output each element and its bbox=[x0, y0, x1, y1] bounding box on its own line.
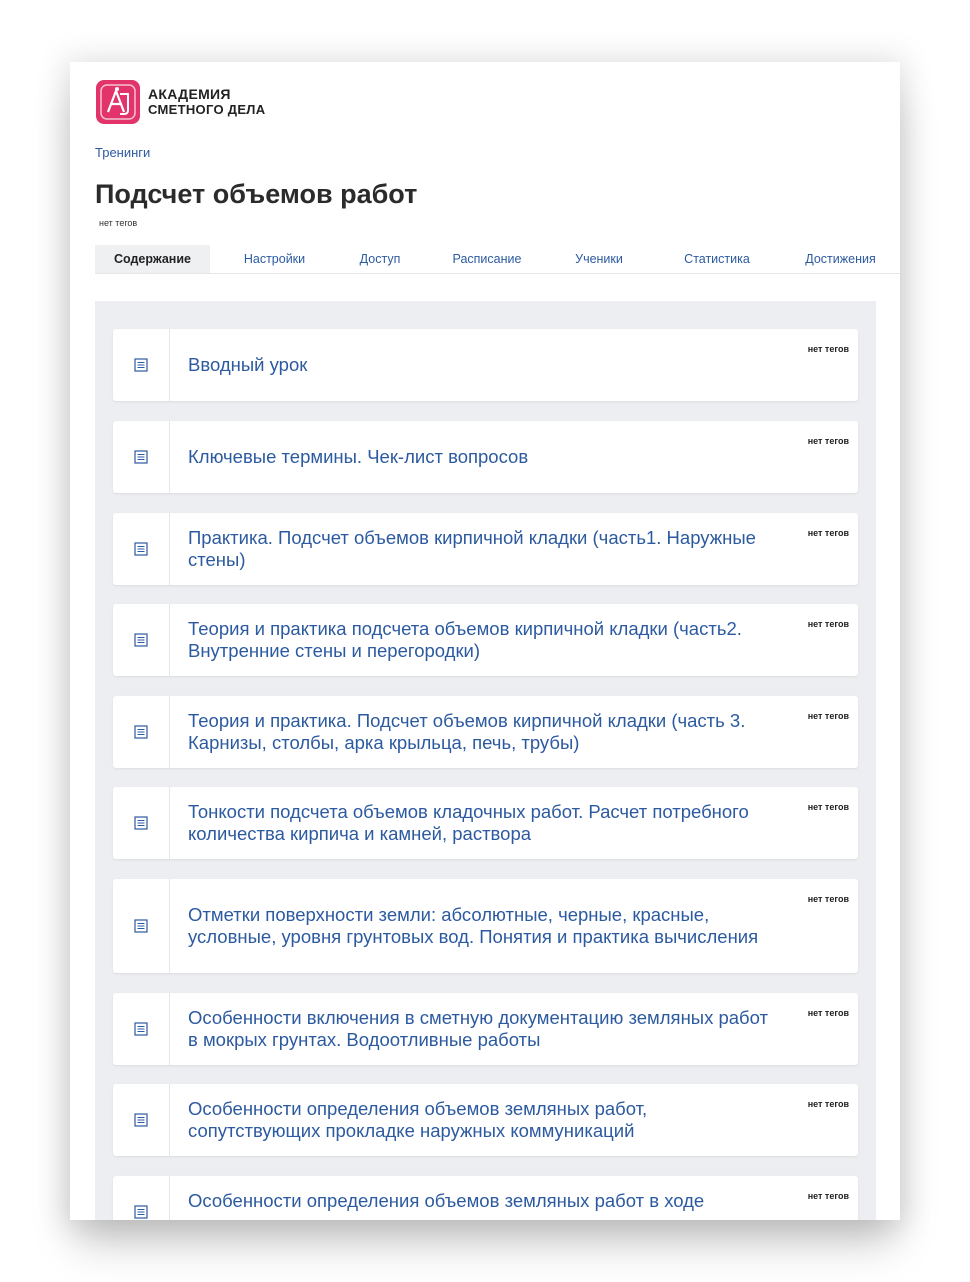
lesson-item[interactable]: Вводный урок нет тегов bbox=[113, 329, 858, 401]
lesson-title[interactable]: Практика. Подсчет объемов кирпичной клад… bbox=[188, 513, 778, 585]
lesson-document-icon bbox=[113, 513, 170, 585]
lesson-document-icon bbox=[113, 879, 170, 973]
lesson-document-icon bbox=[113, 696, 170, 768]
lesson-tags[interactable]: нет тегов bbox=[808, 1099, 849, 1109]
lesson-item[interactable]: Ключевые термины. Чек-лист вопросов нет … bbox=[113, 421, 858, 493]
logo-line-2: СМЕТНОГО ДЕЛА bbox=[148, 102, 266, 117]
lesson-title[interactable]: Особенности включения в сметную документ… bbox=[188, 993, 778, 1065]
lesson-title[interactable]: Ключевые термины. Чек-лист вопросов bbox=[188, 421, 778, 493]
tab-settings[interactable]: Настройки bbox=[217, 245, 332, 273]
logo-text: АКАДЕМИЯ СМЕТНОГО ДЕЛА bbox=[148, 86, 266, 118]
lesson-tags[interactable]: нет тегов bbox=[808, 344, 849, 354]
lesson-title[interactable]: Тонкости подсчета объемов кладочных рабо… bbox=[188, 787, 778, 859]
lesson-item[interactable]: Особенности включения в сметную документ… bbox=[113, 993, 858, 1065]
lesson-tags[interactable]: нет тегов bbox=[808, 711, 849, 721]
lesson-document-icon bbox=[113, 1176, 170, 1220]
lesson-tags[interactable]: нет тегов bbox=[808, 802, 849, 812]
lesson-list: Вводный урок нет тегов Ключевые термины.… bbox=[95, 301, 876, 1220]
lesson-item[interactable]: Особенности определения объемов земляных… bbox=[113, 1176, 858, 1220]
lesson-document-icon bbox=[113, 993, 170, 1065]
lesson-title[interactable]: Особенности определения объемов земляных… bbox=[188, 1084, 778, 1156]
lesson-tags[interactable]: нет тегов bbox=[808, 1191, 849, 1201]
lesson-document-icon bbox=[113, 604, 170, 676]
lesson-item[interactable]: Теория и практика. Подсчет объемов кирпи… bbox=[113, 696, 858, 768]
lesson-item[interactable]: Тонкости подсчета объемов кладочных рабо… bbox=[113, 787, 858, 859]
tab-schedule[interactable]: Расписание bbox=[437, 245, 537, 273]
tab-achievements[interactable]: Достижения bbox=[783, 245, 898, 273]
lesson-title[interactable]: Теория и практика подсчета объемов кирпи… bbox=[188, 604, 778, 676]
lesson-title[interactable]: Отметки поверхности земли: абсолютные, ч… bbox=[188, 879, 778, 973]
lesson-item[interactable]: Теория и практика подсчета объемов кирпи… bbox=[113, 604, 858, 676]
lesson-tags[interactable]: нет тегов bbox=[808, 1008, 849, 1018]
tab-students[interactable]: Ученики bbox=[552, 245, 646, 273]
logo-line-1: АКАДЕМИЯ bbox=[148, 86, 231, 102]
page-tags[interactable]: нет тегов bbox=[99, 218, 137, 228]
lesson-item[interactable]: Особенности определения объемов земляных… bbox=[113, 1084, 858, 1156]
lesson-document-icon bbox=[113, 787, 170, 859]
lesson-tags[interactable]: нет тегов bbox=[808, 619, 849, 629]
lesson-tags[interactable]: нет тегов bbox=[808, 894, 849, 904]
lesson-item[interactable]: Отметки поверхности земли: абсолютные, ч… bbox=[113, 879, 858, 973]
lesson-tags[interactable]: нет тегов bbox=[808, 528, 849, 538]
lesson-document-icon bbox=[113, 1084, 170, 1156]
lesson-document-icon bbox=[113, 421, 170, 493]
lesson-item[interactable]: Практика. Подсчет объемов кирпичной клад… bbox=[113, 513, 858, 585]
page: АКАДЕМИЯ СМЕТНОГО ДЕЛА Тренинги Подсчет … bbox=[70, 62, 900, 1220]
lesson-tags[interactable]: нет тегов bbox=[808, 436, 849, 446]
tab-bar: Содержание Настройки Доступ Расписание У… bbox=[95, 245, 900, 274]
tab-content[interactable]: Содержание bbox=[95, 245, 210, 273]
logo-emblem-icon bbox=[96, 80, 140, 124]
lesson-title[interactable]: Особенности определения объемов земляных… bbox=[188, 1176, 778, 1220]
logo[interactable]: АКАДЕМИЯ СМЕТНОГО ДЕЛА bbox=[96, 80, 265, 124]
breadcrumb[interactable]: Тренинги bbox=[95, 145, 150, 160]
lesson-title[interactable]: Теория и практика. Подсчет объемов кирпи… bbox=[188, 696, 778, 768]
lesson-title[interactable]: Вводный урок bbox=[188, 329, 778, 401]
tab-statistics[interactable]: Статистика bbox=[663, 245, 771, 273]
lesson-document-icon bbox=[113, 329, 170, 401]
page-title: Подсчет объемов работ bbox=[95, 179, 418, 209]
tab-access[interactable]: Доступ bbox=[333, 245, 427, 273]
